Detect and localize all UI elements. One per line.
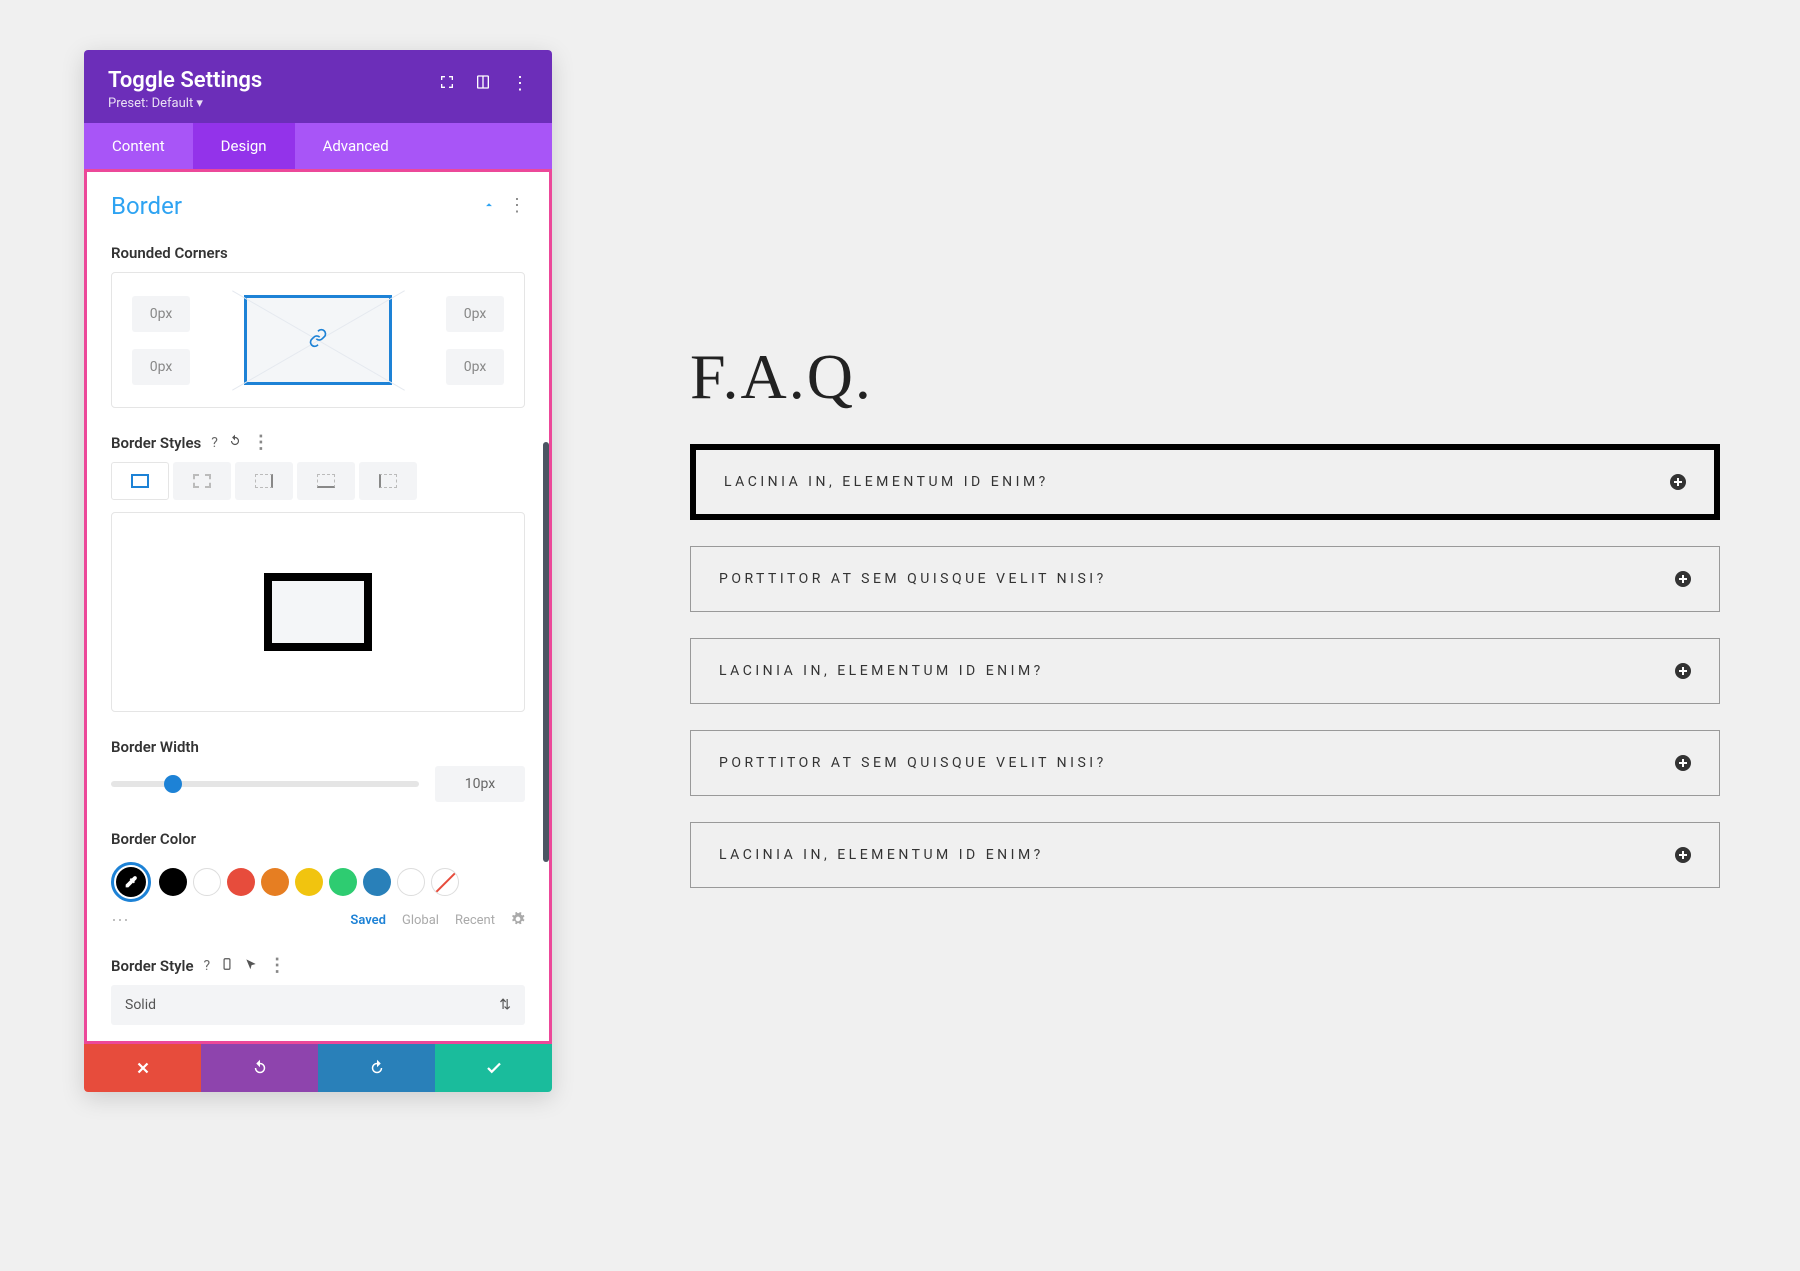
swatch-none[interactable] xyxy=(431,868,459,896)
palette-saved[interactable]: Saved xyxy=(350,913,386,928)
border-style-select[interactable]: Solid ⇅ xyxy=(111,985,525,1025)
panel-body: Border ⋮ Rounded Corners 0px 0px 0px 0px… xyxy=(84,169,552,1044)
swatch-white[interactable] xyxy=(193,868,221,896)
redo-button[interactable] xyxy=(318,1044,435,1092)
plus-icon xyxy=(1675,755,1691,771)
tab-advanced[interactable]: Advanced xyxy=(295,123,552,169)
accordion-item[interactable]: LACINIA IN, ELEMENTUM ID ENIM? xyxy=(690,444,1720,520)
swatch-yellow[interactable] xyxy=(295,868,323,896)
border-side-tabs xyxy=(87,462,549,512)
eyedropper-swatch[interactable] xyxy=(111,862,151,902)
panel-title: Toggle Settings xyxy=(108,68,262,93)
border-left[interactable] xyxy=(359,462,417,500)
collapse-icon[interactable] xyxy=(482,197,496,216)
settings-panel: Toggle Settings Preset: Default ▾ ⋮ Cont… xyxy=(84,50,552,1092)
border-color-label: Border Color xyxy=(87,816,549,858)
border-all[interactable] xyxy=(111,462,169,500)
swatch-green[interactable] xyxy=(329,868,357,896)
corner-link-preview[interactable] xyxy=(244,295,392,385)
faq-title: F.A.Q. xyxy=(690,340,1720,414)
more-colors-icon[interactable]: ⋯ xyxy=(111,910,129,931)
slider-thumb[interactable] xyxy=(164,775,182,793)
border-width-label: Border Width xyxy=(87,724,549,766)
accordion-item[interactable]: PORTTITOR AT SEM QUISQUE VELIT NISI? xyxy=(690,546,1720,612)
preset-dropdown[interactable]: Preset: Default ▾ xyxy=(108,96,262,111)
page-preview: F.A.Q. LACINIA IN, ELEMENTUM ID ENIM? PO… xyxy=(690,340,1720,914)
plus-icon xyxy=(1675,663,1691,679)
border-styles-label: Border Styles ? ⋮ xyxy=(87,420,549,462)
tab-content[interactable]: Content xyxy=(84,123,193,169)
corner-br[interactable]: 0px xyxy=(446,349,504,385)
color-swatches xyxy=(87,858,549,910)
corner-tl[interactable]: 0px xyxy=(132,296,190,332)
palette-recent[interactable]: Recent xyxy=(455,913,495,928)
palette-global[interactable]: Global xyxy=(402,913,439,928)
panel-header: Toggle Settings Preset: Default ▾ ⋮ xyxy=(84,50,552,123)
palette-settings-icon[interactable] xyxy=(511,912,525,930)
cancel-button[interactable] xyxy=(84,1044,201,1092)
plus-icon xyxy=(1675,847,1691,863)
corner-tr[interactable]: 0px xyxy=(446,296,504,332)
section-title[interactable]: Border xyxy=(111,192,182,220)
device-icon[interactable] xyxy=(220,957,234,975)
border-style-label: Border Style ? ⋮ xyxy=(87,943,549,985)
more-icon[interactable]: ⋮ xyxy=(511,75,528,93)
border-width-value[interactable]: 10px xyxy=(435,766,525,802)
undo-button[interactable] xyxy=(201,1044,318,1092)
plus-icon xyxy=(1670,474,1686,490)
styles-more-icon[interactable]: ⋮ xyxy=(252,434,269,452)
border-right[interactable] xyxy=(235,462,293,500)
link-icon xyxy=(308,328,328,352)
swatch-red[interactable] xyxy=(227,868,255,896)
border-width-slider[interactable] xyxy=(111,781,419,787)
accordion-item[interactable]: LACINIA IN, ELEMENTUM ID ENIM? xyxy=(690,822,1720,888)
footer-bar xyxy=(84,1044,552,1092)
tabs: Content Design Advanced xyxy=(84,123,552,169)
preview-rect xyxy=(264,573,372,651)
tab-design[interactable]: Design xyxy=(193,123,295,169)
plus-icon xyxy=(1675,571,1691,587)
accordion-item[interactable]: LACINIA IN, ELEMENTUM ID ENIM? xyxy=(690,638,1720,704)
help-icon-2[interactable]: ? xyxy=(204,958,211,974)
select-arrows-icon: ⇅ xyxy=(499,997,511,1013)
responsive-icon[interactable] xyxy=(475,74,491,94)
focus-icon[interactable] xyxy=(439,74,455,94)
rounded-corners-control: 0px 0px 0px 0px xyxy=(111,272,525,408)
swatch-black[interactable] xyxy=(159,868,187,896)
corner-bl[interactable]: 0px xyxy=(132,349,190,385)
style-more-icon[interactable]: ⋮ xyxy=(268,957,285,975)
border-top[interactable] xyxy=(173,462,231,500)
swatch-empty[interactable] xyxy=(397,868,425,896)
swatch-orange[interactable] xyxy=(261,868,289,896)
border-preview xyxy=(111,512,525,712)
swatch-blue[interactable] xyxy=(363,868,391,896)
accordion-item[interactable]: PORTTITOR AT SEM QUISQUE VELIT NISI? xyxy=(690,730,1720,796)
help-icon[interactable]: ? xyxy=(211,435,218,451)
hover-icon[interactable] xyxy=(244,957,258,975)
section-more-icon[interactable]: ⋮ xyxy=(508,197,525,215)
reset-icon[interactable] xyxy=(228,434,242,452)
color-palette-tabs: ⋯ Saved Global Recent xyxy=(87,910,549,943)
save-button[interactable] xyxy=(435,1044,552,1092)
rounded-corners-label: Rounded Corners xyxy=(87,230,549,272)
border-bottom[interactable] xyxy=(297,462,355,500)
